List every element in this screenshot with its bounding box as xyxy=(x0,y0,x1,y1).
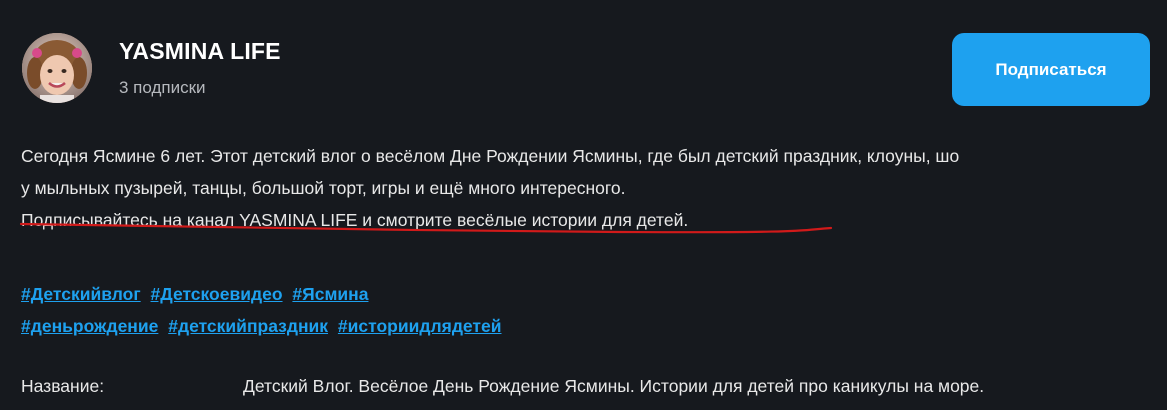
hashtag-link[interactable]: #Ясмина xyxy=(292,284,368,304)
description-text: Сегодня Ясмине 6 лет. Этот детский влог … xyxy=(19,140,1161,236)
annotated-text: Подписывайтесь на канал YASMINA LIFE и с… xyxy=(19,204,833,236)
hashtags: #Детскийвлог #Детскоевидео #Ясмина #день… xyxy=(21,278,507,342)
subscriptions-count[interactable]: 3 подписки xyxy=(119,78,281,98)
description-line: Сегодня Ясмине 6 лет. Этот детский влог … xyxy=(21,146,960,166)
channel-info: YASMINA LIFE 3 подписки xyxy=(119,38,281,98)
hashtag-link[interactable]: #детскийпраздник xyxy=(168,316,328,336)
description-line: Подписывайтесь на канал YASMINA LIFE и с… xyxy=(21,210,689,230)
description-line: у мыльных пузырей, танцы, большой торт, … xyxy=(21,178,626,198)
hashtag-row: #Детскийвлог #Детскоевидео #Ясмина xyxy=(21,278,507,310)
title-label: Название: xyxy=(21,376,105,396)
hashtag-link[interactable]: #Детскийвлог xyxy=(21,284,141,304)
hashtag-link[interactable]: #деньрождение xyxy=(21,316,158,336)
subscribe-button[interactable]: Подписаться xyxy=(952,33,1150,106)
hashtag-link[interactable]: #Детскоевидео xyxy=(151,284,283,304)
channel-name[interactable]: YASMINA LIFE xyxy=(119,38,281,65)
channel-description-panel: YASMINA LIFE 3 подписки Подписаться Сего… xyxy=(0,0,1167,410)
description-line-annotated: Подписывайтесь на канал YASMINA LIFE и с… xyxy=(19,204,1161,236)
video-title-row: Название: Детский Влог. Весёлое День Рожд… xyxy=(21,370,1161,402)
avatar-image xyxy=(22,33,92,103)
avatar[interactable] xyxy=(22,33,92,103)
hashtag-link[interactable]: #историидлядетей xyxy=(338,316,502,336)
hashtag-row: #деньрождение #детскийпраздник #историид… xyxy=(21,310,507,342)
channel-header: YASMINA LIFE 3 подписки xyxy=(22,33,281,103)
title-value: Детский Влог. Весёлое День Рождение Ясми… xyxy=(243,376,985,396)
